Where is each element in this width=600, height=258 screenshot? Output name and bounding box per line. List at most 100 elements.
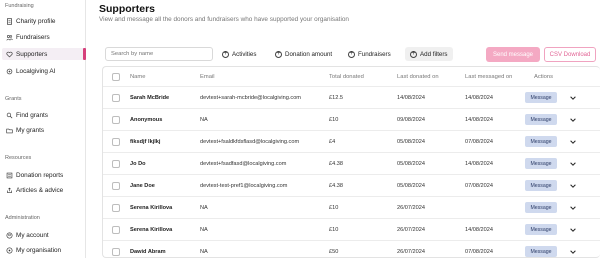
sidebar-item-label: Find grants bbox=[16, 111, 48, 119]
sidebar-item-my-account[interactable]: My account bbox=[2, 229, 84, 241]
supporter-name: Serena Kirillova bbox=[130, 204, 173, 211]
column-header-last-donated[interactable]: Last donated on bbox=[397, 67, 439, 86]
plus-icon: + bbox=[410, 50, 417, 58]
supporter-email: NA bbox=[200, 116, 208, 123]
supporter-email: NA bbox=[200, 204, 208, 211]
sidebar-item-localgiving-ai[interactable]: Localgiving AI bbox=[2, 65, 84, 77]
sidebar-item-donation-reports[interactable]: Donation reports bbox=[2, 169, 84, 181]
chevron-down-icon[interactable] bbox=[569, 182, 577, 190]
sidebar-item-fundraisers[interactable]: Fundraisers bbox=[2, 31, 84, 43]
last-donated-on: 05/08/2024 bbox=[397, 138, 425, 145]
message-button[interactable]: Message bbox=[525, 114, 557, 125]
last-messaged-on: 07/08/2024 bbox=[465, 138, 493, 145]
message-button[interactable]: Message bbox=[525, 202, 557, 213]
sidebar-item-label: My grants bbox=[16, 126, 45, 134]
chevron-down-icon[interactable] bbox=[569, 94, 577, 102]
folder-icon bbox=[5, 126, 14, 135]
sidebar-item-charity-profile[interactable]: Charity profile bbox=[2, 15, 84, 27]
last-donated-on: 05/08/2024 bbox=[397, 160, 425, 167]
total-donated: £4 bbox=[329, 138, 336, 145]
chevron-down-icon[interactable] bbox=[569, 204, 577, 212]
message-button[interactable]: Message bbox=[525, 92, 557, 103]
filter-label: Activities bbox=[232, 50, 257, 58]
sidebar-item-find-grants[interactable]: Find grants bbox=[2, 109, 84, 121]
supporter-email: devtest+sarah-mcbride@localgiving.com bbox=[200, 94, 301, 101]
search-input[interactable] bbox=[105, 47, 213, 61]
last-messaged-on: 14/08/2024 bbox=[465, 160, 493, 167]
chevron-down-icon[interactable] bbox=[569, 116, 577, 124]
send-message-button[interactable]: Send message bbox=[486, 47, 540, 62]
table-row[interactable]: Jane Doe devtest-test-pref1@localgiving.c… bbox=[103, 175, 600, 197]
sidebar-item-my-grants[interactable]: My grants bbox=[2, 124, 84, 136]
select-all-checkbox[interactable] bbox=[112, 73, 120, 81]
row-checkbox[interactable] bbox=[112, 204, 120, 212]
table-row[interactable]: Serena Kirillova NA £10 26/07/2024 Message bbox=[103, 197, 600, 219]
filter-donation-amount[interactable]: + Donation amount bbox=[275, 47, 332, 61]
table-row[interactable]: Dawid Abram NA £50 26/07/2024 07/08/2024 Mess… bbox=[103, 241, 600, 258]
row-checkbox[interactable] bbox=[112, 116, 120, 124]
supporter-name: Jo Do bbox=[130, 160, 146, 167]
plus-icon: + bbox=[275, 50, 282, 58]
last-donated-on: 09/08/2024 bbox=[397, 116, 425, 123]
row-checkbox[interactable] bbox=[112, 160, 120, 168]
last-messaged-on: 14/08/2024 bbox=[465, 94, 493, 101]
supporter-name: Sarah McBride bbox=[130, 94, 170, 101]
message-button[interactable]: Message bbox=[525, 224, 557, 235]
row-checkbox[interactable] bbox=[112, 182, 120, 190]
row-checkbox[interactable] bbox=[112, 226, 120, 234]
chevron-down-icon[interactable] bbox=[569, 138, 577, 146]
last-donated-on: 26/07/2024 bbox=[397, 204, 425, 211]
message-button[interactable]: Message bbox=[525, 158, 557, 169]
plus-icon: + bbox=[348, 50, 355, 58]
chevron-down-icon[interactable] bbox=[569, 226, 577, 234]
csv-download-button[interactable]: CSV Download bbox=[544, 47, 596, 62]
table-header: Name Email Total donated Last donated on… bbox=[103, 67, 600, 87]
supporter-name: Serena Kirillova bbox=[130, 226, 173, 233]
add-filters-button[interactable]: + Add filters bbox=[405, 47, 453, 61]
row-checkbox[interactable] bbox=[112, 138, 120, 146]
link-icon bbox=[5, 186, 14, 195]
chevron-down-icon[interactable] bbox=[569, 248, 577, 256]
total-donated: £50 bbox=[329, 248, 339, 255]
supporter-email: NA bbox=[200, 248, 208, 255]
sidebar-section-resources: Resources bbox=[5, 155, 32, 161]
row-checkbox[interactable] bbox=[112, 248, 120, 256]
people-icon bbox=[5, 33, 14, 42]
message-button[interactable]: Message bbox=[525, 136, 557, 147]
filter-fundraisers[interactable]: + Fundraisers bbox=[348, 47, 391, 61]
message-button[interactable]: Message bbox=[525, 246, 557, 257]
message-button[interactable]: Message bbox=[525, 180, 557, 191]
column-header-email[interactable]: Email bbox=[200, 67, 215, 86]
column-header-name[interactable]: Name bbox=[130, 67, 145, 86]
sidebar-section-administration: Administration bbox=[5, 215, 40, 221]
row-checkbox[interactable] bbox=[112, 94, 120, 102]
sidebar-item-label: My organisation bbox=[16, 246, 62, 254]
table-row[interactable]: fiksdjf lkjlkj devtest+fsaldkfdsflasd@loc… bbox=[103, 131, 600, 153]
sidebar-item-label: Fundraisers bbox=[16, 33, 50, 41]
page-title: Supporters bbox=[99, 3, 156, 15]
chevron-down-icon[interactable] bbox=[569, 160, 577, 168]
table-row[interactable]: Sarah McBride devtest+sarah-mcbride@local… bbox=[103, 87, 600, 109]
table-row[interactable]: Anonymous NA £10 09/08/2024 14/08/2024 Messag… bbox=[103, 109, 600, 131]
total-donated: £12.5 bbox=[329, 94, 343, 101]
report-icon bbox=[5, 171, 14, 180]
table-row[interactable]: Serena Kirillova NA £10 26/07/2024 14/08/202… bbox=[103, 219, 600, 241]
sidebar-item-my-organisation[interactable]: My organisation bbox=[2, 244, 84, 256]
sidebar-item-articles-advice[interactable]: Articles & advice bbox=[2, 184, 84, 196]
sidebar-item-label: Donation reports bbox=[16, 171, 64, 179]
search-icon bbox=[5, 111, 14, 120]
filter-activities[interactable]: + Activities bbox=[222, 47, 256, 61]
supporter-name: fiksdjf lkjlkj bbox=[130, 138, 161, 145]
column-header-last-messaged[interactable]: Last messaged on bbox=[465, 67, 512, 86]
sidebar-item-supporters[interactable]: Supporters bbox=[2, 48, 86, 60]
column-header-total-donated[interactable]: Total donated bbox=[329, 67, 364, 86]
last-donated-on: 14/08/2024 bbox=[397, 94, 425, 101]
add-filters-label: Add filters bbox=[420, 50, 448, 58]
main-content: Supporters View and message all the dono… bbox=[92, 0, 600, 258]
sidebar-section-grants: Grants bbox=[5, 96, 22, 102]
supporters-table: Name Email Total donated Last donated on… bbox=[102, 66, 600, 258]
last-donated-on: 26/07/2024 bbox=[397, 226, 425, 233]
last-messaged-on: 07/08/2024 bbox=[465, 248, 493, 255]
table-row[interactable]: Jo Do devtest+fsadfasd@localgiving.com £4.… bbox=[103, 153, 600, 175]
plus-icon: + bbox=[222, 50, 229, 58]
